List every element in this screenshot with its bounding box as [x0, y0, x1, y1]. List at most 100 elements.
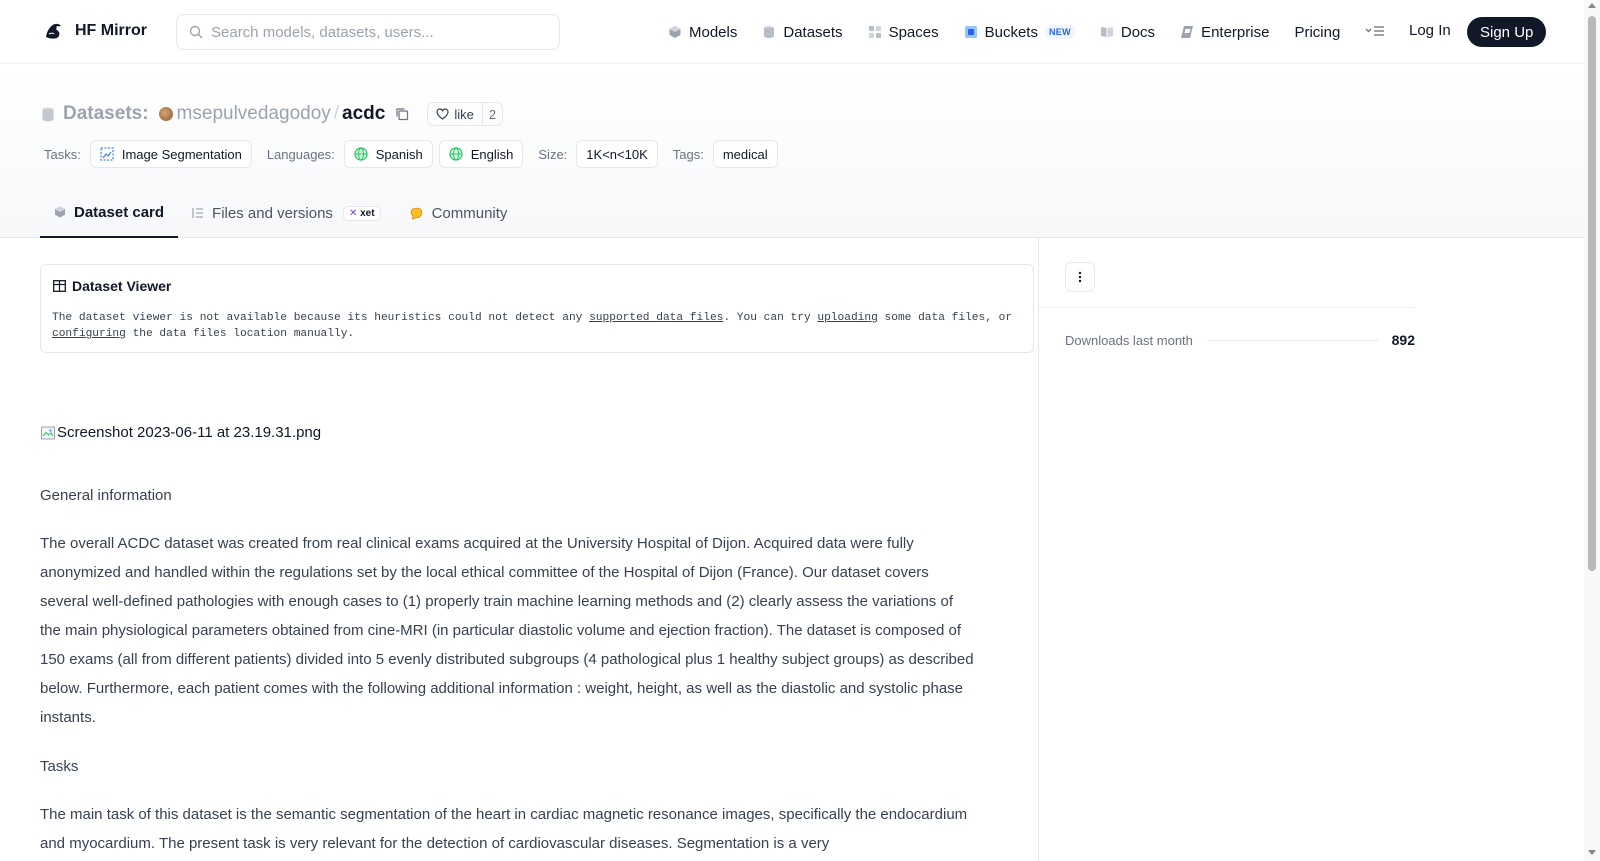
enterprise-icon [1181, 26, 1194, 38]
tasks-paragraph: The main task of this dataset is the sem… [40, 806, 968, 852]
tab-files-and-versions[interactable]: Files and versions ✕ xet [178, 188, 395, 238]
nav-datasets-label: Datasets [783, 23, 843, 41]
repo-tabs: Dataset card Files and versions ✕ xet Co… [40, 188, 521, 238]
globe-icon [354, 147, 368, 161]
image-alt-text: Screenshot 2023-06-11 at 23.19.31.png [57, 424, 322, 441]
viewer-msg-part: the data files location manually. [125, 328, 355, 340]
tag-task-label: Image Segmentation [121, 146, 242, 162]
grid-icon [868, 26, 881, 38]
viewer-msg-part: . You can try [723, 312, 818, 324]
nav-enterprise[interactable]: Enterprise [1180, 24, 1269, 41]
search-box[interactable] [176, 14, 560, 50]
size-label: Size: [538, 146, 568, 162]
community-icon [410, 207, 422, 219]
like-count: 2 [481, 103, 502, 125]
dataset-viewer-panel: Dataset Viewer The dataset viewer is not… [40, 264, 1034, 353]
more-menu-button[interactable] [1365, 25, 1385, 40]
top-navbar: HF Mirror Models Datasets Spaces Buckets… [0, 0, 1584, 64]
like-label: like [454, 106, 474, 122]
like-part: like [428, 103, 482, 125]
nav-docs-label: Docs [1120, 23, 1156, 41]
repo-name-link[interactable]: acdc [342, 103, 385, 125]
nav-models[interactable]: Models [668, 24, 737, 41]
files-icon [192, 208, 204, 218]
like-button[interactable]: like 2 [427, 102, 504, 126]
copy-icon[interactable] [395, 107, 409, 121]
downloads-stat: Downloads last month 892 [1065, 332, 1415, 348]
cube-icon [669, 26, 681, 38]
downloads-divider [1206, 339, 1378, 341]
scrollbar-thumb[interactable] [1588, 16, 1596, 571]
dataset-viewer-title-text: Dataset Viewer [72, 278, 172, 294]
tab-files-label: Files and versions [212, 204, 333, 222]
viewer-msg-part: some data files, or [877, 312, 1013, 324]
viewer-msg-part: The dataset viewer is not available beca… [52, 312, 590, 324]
tab-community[interactable]: Community [395, 188, 522, 238]
sidebar-divider [1039, 307, 1415, 308]
new-badge: NEW [1044, 25, 1075, 39]
tab-community-label: Community [431, 204, 508, 222]
nav-models-label: Models [689, 23, 738, 41]
nav-pricing-label: Pricing [1294, 23, 1341, 41]
repo-owner-link[interactable]: msepulvedagodoy [177, 103, 331, 125]
hf-logo-icon [46, 23, 61, 39]
tags-row: Tasks: Image Segmentation Languages: Spa… [44, 140, 793, 168]
vertical-dots-icon [1078, 271, 1082, 283]
xet-badge-label: xet [360, 207, 375, 219]
scroll-up-arrow[interactable] [1588, 3, 1596, 8]
general-information-heading: General information [40, 487, 172, 504]
tag-medical[interactable]: medical [712, 140, 778, 168]
brand-logo[interactable]: HF Mirror [42, 19, 147, 43]
nav-pricing[interactable]: Pricing [1294, 24, 1340, 41]
tags-label: Tags: [672, 146, 704, 162]
image-segmentation-icon [100, 147, 114, 161]
tag-language-english[interactable]: English [438, 140, 524, 168]
nav-buckets[interactable]: Buckets NEW [964, 24, 1075, 41]
nav-enterprise-label: Enterprise [1201, 23, 1270, 41]
broken-image: Screenshot 2023-06-11 at 23.19.31.png [40, 424, 321, 441]
tag-size[interactable]: 1K<n<10K [576, 140, 658, 168]
tasks-label: Tasks: [44, 146, 81, 162]
tasks-heading: Tasks [40, 758, 79, 775]
nav-docs[interactable]: Docs [1100, 24, 1155, 41]
downloads-label: Downloads last month [1065, 332, 1193, 348]
tag-image-segmentation[interactable]: Image Segmentation [89, 140, 252, 168]
repo-type-label: Datasets: [63, 103, 149, 124]
configuring-link[interactable]: configuring [52, 328, 126, 340]
table-icon [53, 280, 66, 292]
signup-button[interactable]: Sign Up [1467, 17, 1547, 47]
tag-size-label: 1K<n<10K [586, 146, 648, 162]
nav-spaces[interactable]: Spaces [868, 24, 939, 41]
broken-image-icon [41, 426, 55, 439]
nav-buckets-label: Buckets [984, 23, 1038, 41]
dataset-card-content: Dataset Viewer The dataset viewer is not… [40, 238, 1038, 861]
login-link[interactable]: Log In [1409, 22, 1451, 39]
tab-dataset-card-label: Dataset card [74, 203, 165, 221]
page-scrollbar[interactable] [1584, 0, 1600, 861]
general-information-paragraph: The overall ACDC dataset was created fro… [40, 535, 974, 726]
book-icon [1100, 27, 1113, 37]
tab-dataset-card[interactable]: Dataset card [40, 188, 179, 238]
more-options-button[interactable] [1065, 262, 1095, 292]
downloads-value: 892 [1391, 332, 1415, 348]
brand-name: HF Mirror [75, 22, 147, 39]
cube-icon [55, 206, 65, 218]
languages-label: Languages: [266, 146, 335, 162]
uploading-link[interactable]: uploading [817, 312, 877, 324]
nav-spaces-label: Spaces [888, 23, 939, 41]
tag-language-spanish[interactable]: Spanish [343, 140, 433, 168]
repo-title-row: Datasets: msepulvedagodoy / acdc like 2 [42, 102, 504, 126]
owner-avatar[interactable] [158, 107, 173, 121]
search-input[interactable] [211, 23, 541, 41]
bucket-icon [964, 26, 977, 38]
dataset-viewer-title: Dataset Viewer [53, 278, 171, 294]
database-icon [764, 26, 775, 38]
xet-icon: ✕ [348, 207, 358, 219]
supported-data-files-link[interactable]: supported data files [589, 312, 723, 324]
scroll-down-arrow[interactable] [1588, 850, 1596, 855]
tag-language-label: Spanish [375, 146, 423, 162]
heart-icon [436, 108, 449, 120]
search-icon [189, 25, 203, 39]
chevron-list-icon [1365, 25, 1385, 36]
nav-datasets[interactable]: Datasets [762, 23, 843, 41]
